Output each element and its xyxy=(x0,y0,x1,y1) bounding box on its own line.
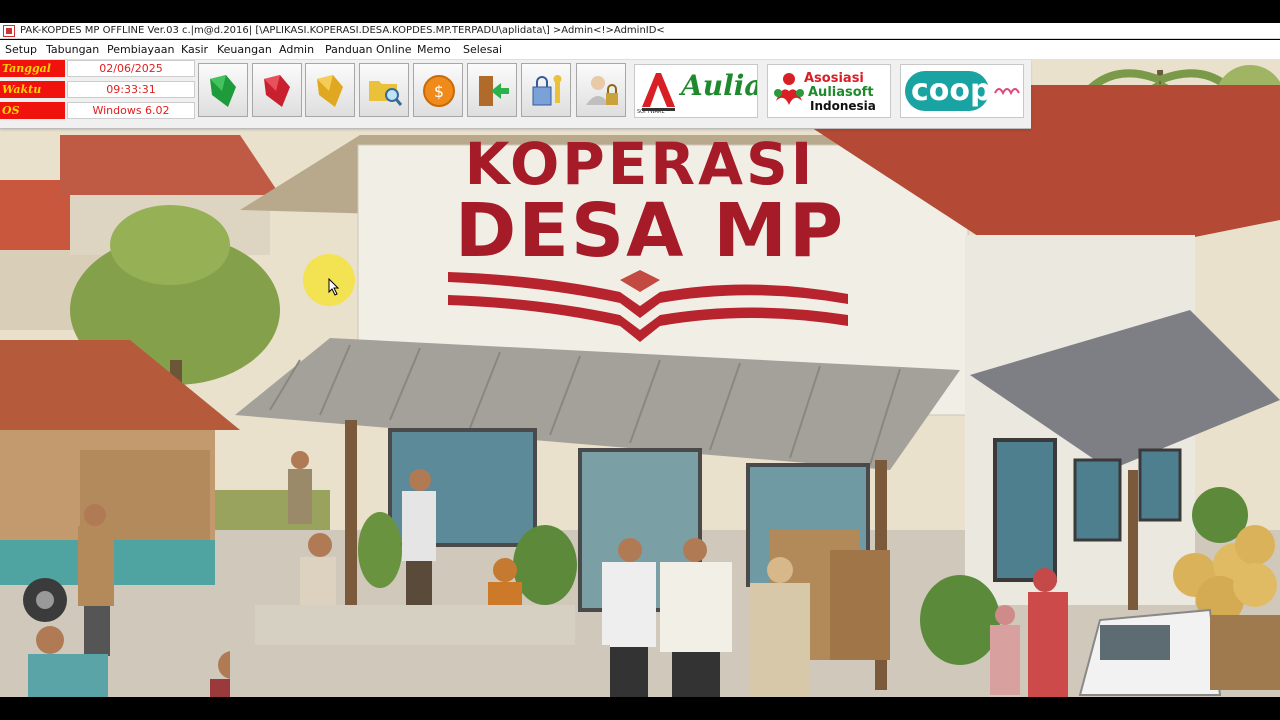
green-gem-icon xyxy=(210,75,236,107)
toolbar-button-8[interactable] xyxy=(576,63,626,117)
time-row: Waktu 09:33:31 xyxy=(0,81,196,98)
menu-memo[interactable]: Memo xyxy=(417,40,451,59)
software-label: SOFTWARE xyxy=(637,109,665,115)
os-label: OS xyxy=(0,102,65,119)
menu-bar: Setup Tabungan Pembiayaan Kasir Keuangan… xyxy=(0,40,1280,60)
software-a-logo-icon xyxy=(639,69,677,111)
toolbar-button-3[interactable] xyxy=(305,63,355,117)
exit-door-icon xyxy=(479,76,509,106)
os-value: Windows 6.02 xyxy=(67,102,195,119)
menu-panduan-online[interactable]: Panduan Online xyxy=(325,40,412,59)
asosiasi-label: Asosiasi xyxy=(804,71,864,86)
coop-tagline-mark-icon xyxy=(994,88,1020,96)
coop-wordmark: coop xyxy=(911,73,992,108)
svg-text:$: $ xyxy=(434,82,444,101)
auliasoft-label: Auliasoft xyxy=(808,85,874,100)
menu-admin[interactable]: Admin xyxy=(279,40,314,59)
time-label: Waktu xyxy=(0,81,65,98)
date-value: 02/06/2025 xyxy=(67,60,195,77)
menu-selesai[interactable]: Selesai xyxy=(463,40,502,59)
menu-setup[interactable]: Setup xyxy=(5,40,37,59)
toolbar-button-1[interactable] xyxy=(198,63,248,117)
os-row: OS Windows 6.02 xyxy=(0,102,196,119)
people-circle-icon xyxy=(774,73,804,105)
toolbar-button-7[interactable] xyxy=(521,63,571,117)
time-value: 09:33:31 xyxy=(67,81,195,98)
menu-tabungan[interactable]: Tabungan xyxy=(46,40,99,59)
mouse-pointer-icon xyxy=(328,278,340,296)
menu-keuangan[interactable]: Keuangan xyxy=(217,40,272,59)
aulia-wordmark: Aulia xyxy=(681,69,758,102)
coin-icon: $ xyxy=(423,75,455,107)
coop-logo[interactable]: coop xyxy=(900,64,1024,118)
yellow-gem-icon xyxy=(317,75,343,107)
toolbar-button-2[interactable] xyxy=(252,63,302,117)
top-panel: Tanggal 02/06/2025 Waktu 09:33:31 OS Win… xyxy=(0,60,1031,129)
menu-pembiayaan[interactable]: Pembiayaan xyxy=(107,40,174,59)
window-titlebar: PAK-KOPDES MP OFFLINE Ver.03 c.|m@d.2016… xyxy=(0,23,1280,39)
toolbar-button-6[interactable] xyxy=(467,63,517,117)
toolbar-button-5[interactable]: $ xyxy=(413,63,463,117)
lock-key-icon xyxy=(532,75,562,106)
date-row: Tanggal 02/06/2025 xyxy=(0,60,196,77)
folder-search-icon xyxy=(369,81,403,106)
desktop-background: KOPERASI DESA MP xyxy=(0,60,1280,697)
video-letterbox-top xyxy=(0,0,1280,23)
indonesia-label: Indonesia xyxy=(810,99,876,113)
aulia-software-logo[interactable]: SOFTWARE Aulia xyxy=(634,64,758,118)
menu-kasir[interactable]: Kasir xyxy=(181,40,208,59)
window-title: PAK-KOPDES MP OFFLINE Ver.03 c.|m@d.2016… xyxy=(20,25,665,36)
date-label: Tanggal xyxy=(0,60,65,77)
toolbar-button-4[interactable] xyxy=(359,63,409,117)
app-icon xyxy=(3,25,15,37)
user-lock-icon xyxy=(586,76,618,105)
red-gem-icon xyxy=(264,75,290,107)
asosiasi-auliasoft-logo[interactable]: Asosiasi Auliasoft Indonesia xyxy=(767,64,891,118)
video-letterbox-bottom xyxy=(0,697,1280,720)
banner-line2: DESA MP xyxy=(454,188,846,274)
